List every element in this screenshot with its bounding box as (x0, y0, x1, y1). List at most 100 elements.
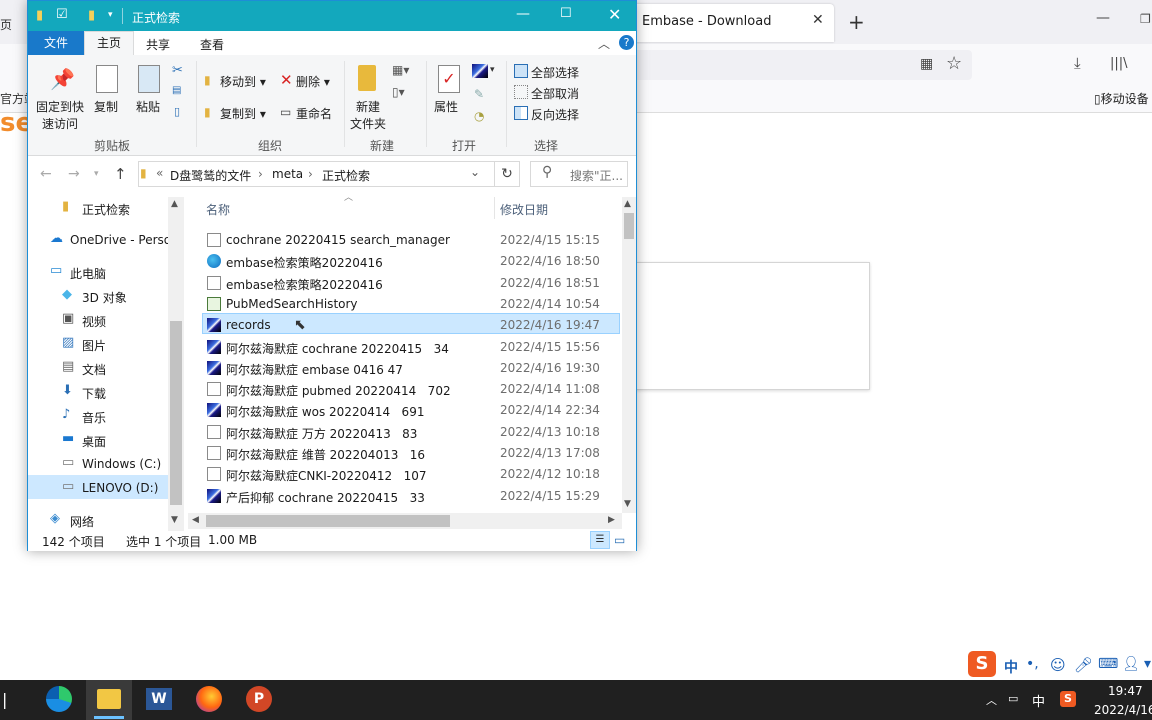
select-all-button[interactable]: 全部选择 (531, 64, 579, 81)
breadcrumb-item[interactable]: D盘鹭鸶的文件 (170, 167, 251, 184)
tab-share[interactable]: 共享 (146, 36, 170, 53)
mobile-bookmarks[interactable]: ▯移动设备 (1094, 90, 1149, 107)
nav-item[interactable]: 3D 对象 (82, 289, 168, 306)
open-icon[interactable] (472, 64, 488, 78)
copy-to-button[interactable]: 复制到 ▾ (220, 105, 266, 122)
column-header-name[interactable]: 名称 (206, 201, 230, 218)
punctuation-icon[interactable]: •, (1026, 656, 1039, 672)
tab-home[interactable]: 主页 (84, 31, 134, 56)
nav-item[interactable]: 正式检索 (82, 201, 168, 218)
library-icon[interactable]: |||\ (1110, 56, 1128, 71)
clock-date[interactable]: 2022/4/16 (1094, 703, 1152, 717)
history-icon[interactable]: ◔ (474, 109, 484, 123)
nav-item[interactable]: 图片 (82, 337, 168, 354)
qr-code-icon[interactable]: ▦ (920, 56, 933, 72)
move-to-button[interactable]: 移动到 ▾ (220, 73, 266, 90)
nav-item[interactable]: 音乐 (82, 409, 168, 426)
recent-locations-icon[interactable]: ▾ (94, 169, 99, 179)
download-icon[interactable]: ⤓ (1074, 54, 1081, 72)
edit-icon[interactable]: ✎ (474, 87, 484, 101)
browser-restore-icon[interactable]: ❐ (1140, 12, 1151, 26)
paste-button[interactable]: 粘贴 (136, 98, 160, 115)
properties-button[interactable]: 属性 (434, 98, 458, 115)
easy-access-icon[interactable]: ▯▾ (392, 85, 405, 99)
title-bar[interactable] (28, 1, 636, 31)
up-arrow-icon[interactable]: ↑ (114, 165, 127, 183)
new-folder-icon[interactable]: ▮ (88, 8, 95, 23)
sogou-icon[interactable]: S (968, 651, 996, 677)
pin-to-quick-access-button[interactable]: 固定到快 (36, 98, 84, 115)
cut-icon[interactable]: ✂ (172, 63, 183, 78)
select-none-button[interactable]: 全部取消 (531, 85, 579, 102)
powerpoint-icon[interactable]: P (246, 686, 272, 712)
new-item-icon[interactable]: ▦▾ (392, 63, 409, 77)
nav-scrollbar-thumb[interactable] (170, 321, 182, 505)
battery-icon[interactable]: ▭ (1008, 692, 1018, 705)
paste-shortcut-icon[interactable]: ▯ (174, 105, 180, 118)
invert-selection-button[interactable]: 反向选择 (531, 106, 579, 123)
bookmark-star-icon[interactable]: ☆ (946, 53, 962, 74)
browser-minimize-icon[interactable]: — (1096, 10, 1110, 26)
chevron-up-icon[interactable]: ︿ (598, 35, 610, 52)
scroll-up-icon[interactable]: ▲ (171, 199, 178, 209)
nav-item[interactable]: Windows (C:) (82, 457, 168, 471)
details-view-icon[interactable]: ☰ (590, 531, 610, 549)
word-icon[interactable]: W (146, 688, 172, 710)
new-folder-button[interactable]: 新建 (356, 98, 380, 115)
edge-browser-icon[interactable] (46, 686, 72, 712)
copy-path-icon[interactable]: ▤ (172, 85, 181, 96)
rename-button[interactable]: 重命名 (296, 105, 332, 122)
breadcrumb-item[interactable]: 正式检索 (322, 167, 370, 184)
emoji-icon[interactable]: ☺ (1050, 656, 1066, 674)
customize-toolbar-icon[interactable]: ▾ (108, 10, 113, 20)
maximize-icon[interactable]: ☐ (560, 6, 572, 21)
column-header-modified[interactable]: 修改日期 (500, 201, 548, 218)
quick-access-properties-icon[interactable]: ☑ (56, 7, 68, 22)
back-arrow-icon[interactable]: ← (40, 166, 52, 182)
nav-item[interactable]: OneDrive - Perso (70, 233, 168, 247)
keyboard-icon[interactable]: ⌨ (1098, 656, 1118, 672)
show-hidden-icons-icon[interactable]: ︿ (986, 692, 997, 708)
file-list-hscroll-thumb[interactable] (206, 515, 450, 527)
microphone-icon[interactable]: 🎤︎ (1074, 656, 1093, 674)
nav-item[interactable]: 桌面 (82, 433, 168, 450)
large-icons-view-icon[interactable]: ▭ (614, 533, 625, 547)
tab-file[interactable]: 文件 (28, 31, 84, 55)
column-divider[interactable] (494, 197, 495, 219)
nav-item[interactable]: LENOVO (D:) (82, 481, 168, 495)
sogou-tray-icon[interactable]: S (1060, 691, 1076, 707)
scroll-left-icon[interactable]: ◀ (192, 515, 199, 525)
forward-arrow-icon[interactable]: → (68, 166, 80, 182)
copy-button[interactable]: 复制 (94, 98, 118, 115)
scroll-down-icon[interactable]: ▼ (171, 515, 178, 525)
refresh-icon[interactable]: ↻ (494, 161, 520, 187)
nav-item[interactable]: 此电脑 (70, 265, 168, 282)
clock-time[interactable]: 19:47 (1108, 684, 1143, 698)
skin-icon[interactable]: ▾ (1144, 656, 1151, 672)
tab-view[interactable]: 查看 (200, 36, 224, 53)
scroll-right-icon[interactable]: ▶ (608, 515, 615, 525)
scroll-down-icon[interactable]: ▼ (624, 499, 631, 509)
user-icon[interactable]: 👤︎ (1122, 656, 1140, 672)
new-tab-button[interactable]: + (848, 10, 865, 34)
file-list-vscroll-thumb[interactable] (624, 213, 634, 239)
nav-item[interactable]: 网络 (70, 513, 168, 530)
breadcrumb-item[interactable]: meta (272, 167, 303, 181)
address-overflow[interactable]: « (156, 166, 163, 180)
nav-item[interactable]: 文档 (82, 361, 168, 378)
task-view-icon[interactable]: | (2, 690, 7, 709)
delete-button[interactable]: 删除 ▾ (296, 73, 330, 90)
input-method-indicator[interactable]: 中 (1032, 691, 1045, 710)
scroll-up-icon[interactable]: ▲ (624, 199, 631, 209)
ime-mode[interactable]: 中 (1004, 657, 1018, 677)
open-dropdown-icon[interactable]: ▾ (490, 65, 495, 75)
nav-item[interactable]: 视频 (82, 313, 168, 330)
close-tab-icon[interactable]: ✕ (812, 12, 824, 28)
close-icon[interactable]: ✕ (608, 5, 621, 24)
file-list-vscrollbar[interactable] (622, 197, 636, 513)
help-icon[interactable]: ? (619, 35, 634, 50)
minimize-icon[interactable]: — (516, 6, 530, 22)
chevron-down-icon[interactable]: ⌄ (470, 165, 480, 179)
firefox-icon[interactable] (196, 686, 222, 712)
nav-item[interactable]: 下载 (82, 385, 168, 402)
